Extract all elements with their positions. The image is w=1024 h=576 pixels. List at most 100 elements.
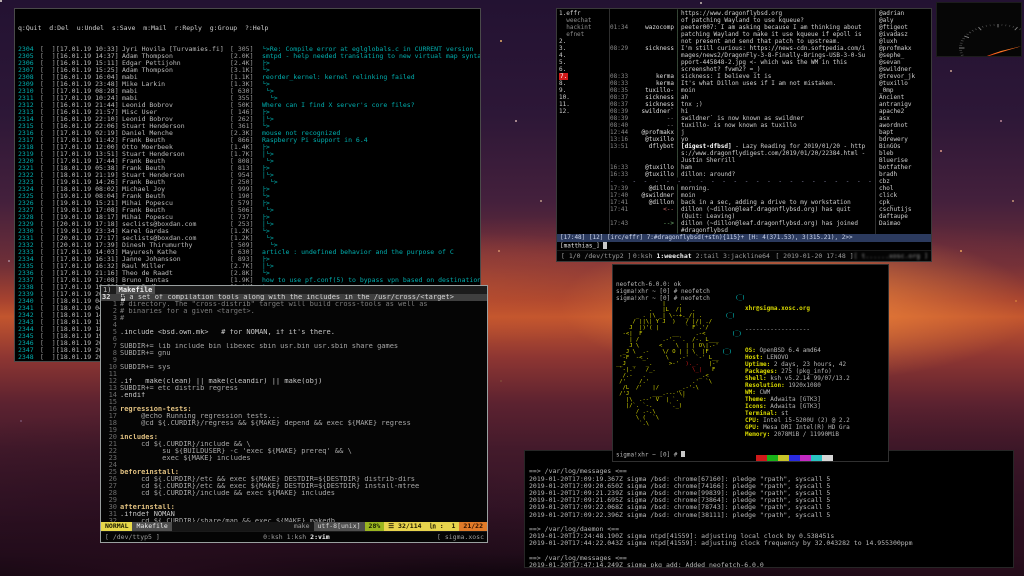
irc-nick-item[interactable]: Bluerise	[879, 157, 931, 164]
mutt-row[interactable]: 2321[ ][18.01.19 05:38]Frank Beuth[ 813]…	[18, 165, 480, 172]
mutt-row[interactable]: 2313[ ][16.01.19 21:57]Misc User[ 146]├>	[18, 109, 480, 116]
irc-nick-item[interactable]: cbz	[879, 178, 931, 185]
irc-nick-item[interactable]: awordnot	[879, 122, 931, 129]
irc-nick-item[interactable]: botfather	[879, 164, 931, 171]
irc-nick-item[interactable]: @ivadasz	[879, 31, 931, 38]
irc-nick-item[interactable]: @swildner	[879, 66, 931, 73]
mutt-row[interactable]: 2316[ ][17.01.19 02:19]Daniel Menche[2.3…	[18, 130, 480, 137]
mutt-row[interactable]: 2334[ ][17.01.19 16:31]Janne Johansson[ …	[18, 256, 480, 263]
tmux-window-label[interactable]: 0:ksh	[633, 252, 653, 260]
irc-buffer-item[interactable]: 6.	[559, 66, 609, 73]
irc-buffer-item[interactable]: 9.	[559, 87, 609, 94]
irc-input-bar[interactable]: [matthias_]	[557, 242, 931, 250]
irc-window[interactable]: 1.effr weechat hackint efnet2.3.4.5.6.7.…	[556, 8, 932, 262]
irc-nick-item[interactable]: @luxh	[879, 38, 931, 45]
irc-buffer-item[interactable]: 5.	[559, 59, 609, 66]
irc-nick-item[interactable]: Daimao	[879, 220, 931, 227]
mutt-row[interactable]: 2337[ ][17.01.19 17:08]Bruno Dantas[1.9K…	[18, 277, 480, 284]
mutt-row[interactable]: 2330[ ][19.01.19 23:34]Karel Gardas[1.2K…	[18, 228, 480, 235]
irc-buffer-item[interactable]: weechat	[559, 17, 609, 24]
irc-nick-item[interactable]: click	[879, 192, 931, 199]
mutt-row[interactable]: 2320[ ][17.01.19 17:44]Frank Beuth[ 808]…	[18, 158, 480, 165]
irc-buffer-item[interactable]: 10.	[559, 94, 609, 101]
neofetch-window[interactable]: neofetch-6.0.0: oksigma!xhr ~ [0] # neof…	[612, 264, 889, 462]
mutt-row[interactable]: 2310[ ][17.01.19 08:28]mabi[ 630] └>	[18, 88, 480, 95]
mutt-row[interactable]: 2305[ ][16.01.19 14:37]Adam Thompson[2.0…	[18, 53, 480, 60]
irc-nick-item[interactable]: cschutijs	[879, 206, 931, 213]
mutt-row[interactable]: 2327[ ][19.01.19 17:08]Frank Beuth[ 506]…	[18, 207, 480, 214]
mutt-row[interactable]: 2332[ ][20.01.19 17:39]Dinesh Thirumurth…	[18, 242, 480, 249]
mutt-row[interactable]: 2323[ ][19.01.19 14:26]Frank Beuth[ 250]…	[18, 179, 480, 186]
mutt-row[interactable]: 2336[ ][17.01.19 21:16]Theo de Raadt[2.8…	[18, 270, 480, 277]
mutt-row[interactable]: 2317[ ][17.01.19 11:42]Frank Beuth[ 866]…	[18, 137, 480, 144]
irc-nick-item[interactable]: Ancient	[879, 94, 931, 101]
tmux-window-label[interactable]: 2:vim	[310, 533, 330, 541]
mutt-row[interactable]: 2312[ ][16.01.19 21:44]Leonid Bobrov[ 50…	[18, 102, 480, 109]
irc-nick-item[interactable]: cpk_	[879, 199, 931, 206]
irc-buffer-item[interactable]: efnet	[559, 31, 609, 38]
irc-chat-line: │patching Wayland to make it use kqueue …	[610, 31, 875, 38]
mutt-row[interactable]: 2309[ ][16.01.19 23:48]Mike Larkin[1.3K]…	[18, 81, 480, 88]
irc-nick-item[interactable]: @profmakx	[879, 45, 931, 52]
irc-buffer-item[interactable]: 8.	[559, 80, 609, 87]
irc-nick-item[interactable]: @sephe_	[879, 52, 931, 59]
irc-buffer-item[interactable]: 11.	[559, 101, 609, 108]
irc-buffer-item[interactable]: 7.	[559, 73, 609, 80]
vim-line: 27 cd ${.CURDIR}/etc && exec ${MAKE} DES…	[101, 483, 487, 490]
irc-nick-item[interactable]: asx	[879, 115, 931, 122]
mutt-row[interactable]: 2325[ ][19.01.19 08:04]Frank Beuth[ 190]…	[18, 193, 480, 200]
mutt-row[interactable]: 2308[ ][16.01.19 16:04]mabi[1.1K]reorder…	[18, 74, 480, 81]
irc-nick-item[interactable]: bradh	[879, 171, 931, 178]
irc-buffer-item[interactable]: hackint	[559, 24, 609, 31]
irc-nick-item[interactable]: @trevor_jk	[879, 73, 931, 80]
tmux-window-label[interactable]: 2:tail	[696, 252, 719, 260]
mutt-row[interactable]: 2319[ ][17.01.19 13:51]Stuart Henderson[…	[18, 151, 480, 158]
vim-tab-filename[interactable]: Makefile	[116, 286, 156, 294]
mutt-row[interactable]: 2322[ ][18.01.19 21:19]Stuart Henderson[…	[18, 172, 480, 179]
irc-nick-item[interactable]: bapt	[879, 129, 931, 136]
mutt-row[interactable]: 2329[ ][20.01.19 17:18]seclists@boxdan.c…	[18, 221, 480, 228]
mutt-row[interactable]: 2333[ ][17.01.19 14:03]Mayuresh Kathe[ 6…	[18, 249, 480, 256]
vim-buffer[interactable]: 32# a set of compilation tools along wit…	[101, 294, 487, 522]
irc-nick-item[interactable]: _0mp	[879, 87, 931, 94]
mutt-row[interactable]: 2324[ ][18.01.19 08:02]Michael Joy[ 999]…	[18, 186, 480, 193]
irc-nick-item[interactable]: bdrewery	[879, 136, 931, 143]
mutt-row[interactable]: 2311[ ][17.01.19 10:24]mabi[ 355] └>	[18, 95, 480, 102]
tmux-window-label[interactable]: 1:ksh	[287, 533, 307, 541]
neofetch-info-row: Shell: ksh v5.2.14 99/07/13.2	[745, 375, 889, 382]
mutt-row[interactable]: 2331[ ][20.01.19 17:17]seclists@boxdan.c…	[18, 235, 480, 242]
irc-nick-item[interactable]: chol	[879, 185, 931, 192]
mutt-row[interactable]: 2306[ ][16.01.19 15:11]Edgar Pettijohn[2…	[18, 60, 480, 67]
irc-buffer-item[interactable]: 1.effr	[559, 10, 609, 17]
irc-nick-item[interactable]: daftaupe	[879, 213, 931, 220]
tmux-window-label[interactable]: 3:jackline64	[723, 252, 770, 260]
irc-buffer-item[interactable]: 12.	[559, 108, 609, 115]
irc-nick-item[interactable]: @aly	[879, 17, 931, 24]
irc-buffer-item[interactable]: 2.	[559, 38, 609, 45]
irc-buffer-item[interactable]: 3.	[559, 45, 609, 52]
irc-nick-item[interactable]: @sevan	[879, 59, 931, 66]
irc-nick-item[interactable]: antranigv	[879, 101, 931, 108]
irc-nick-item[interactable]: bleb	[879, 150, 931, 157]
mutt-row[interactable]: 2315[ ][16.01.19 22:06]Stuart Henderson[…	[18, 123, 480, 130]
tmux-window-label[interactable]: 0:ksh	[263, 533, 283, 541]
mutt-row[interactable]: 2314[ ][16.01.19 22:10]Leonid Bobrov[ 26…	[18, 116, 480, 123]
analog-clock-widget[interactable]	[936, 2, 1022, 57]
mutt-row[interactable]: 2326[ ][19.01.19 15:21]Mihai Popescu[ 57…	[18, 200, 480, 207]
mutt-row[interactable]: 2304[ ][17.01.19 10:33]Jyri Hovila [Turv…	[18, 46, 480, 53]
mutt-row[interactable]: 2307[ ][16.01.19 15:25]Adam Thompson[3.1…	[18, 67, 480, 74]
irc-nick-item[interactable]: @adrian	[879, 10, 931, 17]
mutt-row[interactable]: 2335[ ][17.01.19 16:32]Raul Miller[2.7K]…	[18, 263, 480, 270]
vim-window[interactable]: 1) Makefile 32# a set of compilation too…	[100, 285, 488, 543]
irc-nick-item[interactable]: @ftigeot	[879, 24, 931, 31]
log-tail-window[interactable]: ==> /var/log/messages <==2019-01-20T17:0…	[524, 450, 1014, 568]
shell-prompt[interactable]: sigma!xhr ~ [0] #	[616, 451, 685, 459]
mutt-row[interactable]: 2318[ ][17.01.19 12:00]Otto Moerbeek[1.4…	[18, 144, 480, 151]
irc-buffer-item[interactable]: 4.	[559, 52, 609, 59]
irc-nick-item[interactable]: apache2	[879, 108, 931, 115]
vim-line: 2# binaries for a given <target>.	[101, 308, 487, 315]
irc-nick-item[interactable]: @tuxillo	[879, 80, 931, 87]
irc-nick-item[interactable]: BinGOs	[879, 143, 931, 150]
tmux-window-label[interactable]: 1:weechat	[656, 252, 691, 260]
mutt-row[interactable]: 2328[ ][19.01.19 18:17]Mihai Popescu[ 73…	[18, 214, 480, 221]
